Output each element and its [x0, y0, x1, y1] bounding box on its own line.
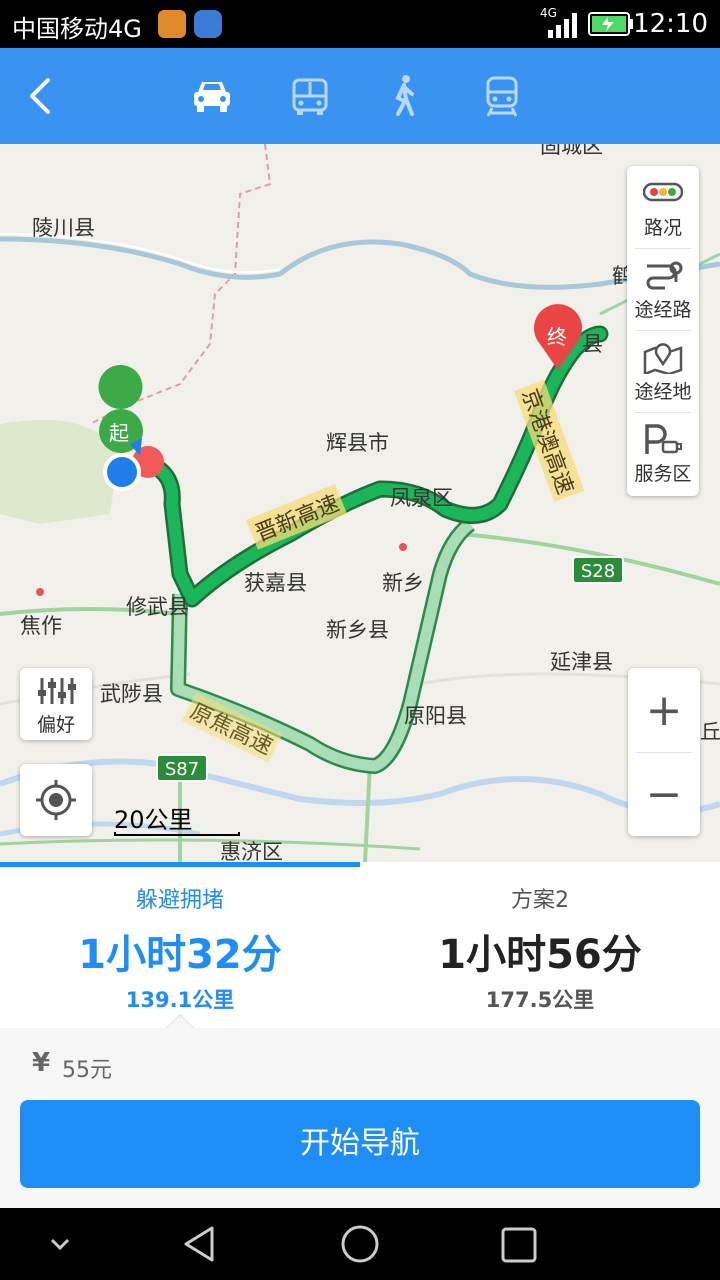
map-label: 陵川县: [32, 216, 95, 240]
map-label: 凤泉区: [390, 486, 453, 510]
carrier-label: 中国移动4G: [12, 15, 142, 43]
plan-option-2[interactable]: 方案2 1小时56分 177.5公里: [360, 862, 720, 1028]
main-route-outline: [141, 325, 609, 608]
via-road-button[interactable]: 途经路: [627, 248, 699, 330]
map-label: 县: [582, 332, 603, 356]
road-shield: S87: [156, 754, 208, 782]
via-place-button[interactable]: 途经地: [627, 330, 699, 412]
car-icon[interactable]: [188, 72, 236, 120]
route-plans: 躲避拥堵 1小时32分 139.1公里 方案2 1小时56分 177.5公里: [0, 862, 720, 1043]
preference-label: 偏好: [36, 714, 75, 736]
recents-square-icon[interactable]: [500, 1226, 538, 1264]
system-nav-bar: [0, 1208, 720, 1280]
route-via-icon: [646, 261, 683, 290]
plan-option-1[interactable]: 躲避拥堵 1小时32分 139.1公里: [0, 862, 360, 1028]
road: [0, 838, 421, 851]
end-marker-label: 终: [547, 325, 567, 349]
map-label: 丘县: [700, 720, 720, 744]
road-shield: S28: [572, 556, 624, 584]
signal-icon: [548, 13, 577, 38]
home-circle-icon[interactable]: [340, 1224, 380, 1264]
plan-duration: 1小时32分: [78, 932, 282, 978]
map-label: 焦作: [20, 614, 62, 638]
map-label: 武陟县: [100, 682, 163, 706]
start-navigation-button[interactable]: 开始导航: [20, 1100, 700, 1188]
main-route[interactable]: [144, 328, 606, 605]
plan-distance: 177.5公里: [485, 988, 595, 1012]
yen-icon: ¥: [32, 1048, 51, 1078]
tool-label: 途经路: [634, 299, 692, 321]
city-dot: [36, 588, 44, 596]
preference-button[interactable]: 偏好: [20, 668, 92, 740]
battery-icon: [588, 12, 633, 36]
map-label: 新乡县: [326, 618, 389, 642]
tool-label: 路况: [643, 217, 682, 239]
map-tools-panel: 路况 途经路 途经地 服务区: [627, 166, 699, 496]
plan-duration: 1小时56分: [438, 932, 642, 978]
zoom-in-button[interactable]: +: [628, 676, 700, 746]
map-label: 固城区: [540, 144, 603, 158]
city-dot: [399, 543, 407, 551]
zoom-out-button[interactable]: −: [628, 760, 700, 830]
crosshair-icon: [36, 780, 76, 820]
start-marker[interactable]: [98, 365, 143, 409]
map-label: 延津县: [550, 650, 613, 674]
map-canvas: [0, 144, 720, 862]
back-triangle-icon[interactable]: [180, 1224, 220, 1264]
tool-label: 服务区: [634, 463, 692, 485]
map-label: 原阳县: [404, 704, 467, 728]
toll-amount: 55元: [62, 1058, 112, 1083]
traffic-button[interactable]: 路况: [627, 166, 699, 248]
start-marker-label: 起: [109, 421, 129, 445]
walk-icon[interactable]: [380, 72, 428, 120]
plan-distance: 139.1公里: [125, 988, 235, 1012]
service-area-button[interactable]: 服务区: [627, 412, 699, 494]
traffic-icon: [643, 182, 683, 202]
current-location-dot: [107, 457, 137, 487]
chevron-left-icon[interactable]: [22, 76, 58, 116]
clock: 12:10: [633, 9, 708, 39]
map-label: 修武县: [126, 595, 189, 619]
map-pin-icon: [643, 343, 683, 374]
scale-bar: [114, 832, 240, 836]
plan-name: 方案2: [511, 888, 569, 913]
map-label: 新乡: [382, 571, 424, 595]
sliders-icon: [38, 678, 76, 704]
location-notification-icon: [194, 10, 222, 38]
map-view[interactable]: 起 终 陵川县 固城区 鹤 县 辉县市 凤泉区 获嘉县 新乡 修武县 新乡县 焦…: [0, 144, 720, 862]
zoom-control: + −: [628, 668, 700, 836]
header: [0, 48, 720, 144]
locate-button[interactable]: [20, 764, 92, 836]
tool-label: 途经地: [634, 381, 692, 403]
chevron-down-icon[interactable]: [46, 1232, 74, 1256]
plan-name: 躲避拥堵: [135, 888, 224, 913]
status-bar: 中国移动4G 4G 12:10: [0, 0, 720, 48]
map-label: 辉县市: [326, 431, 389, 455]
scale-label: 20公里: [114, 806, 193, 834]
bus-icon[interactable]: [286, 72, 334, 120]
divider: [636, 752, 692, 753]
train-icon[interactable]: [478, 72, 526, 120]
parking-service-icon: [645, 424, 682, 454]
app-notification-icon: [158, 10, 186, 38]
map-label: 获嘉县: [244, 571, 307, 595]
map-label: 惠济区: [220, 840, 283, 862]
route-sheet: 躲避拥堵 1小时32分 139.1公里 方案2 1小时56分 177.5公里 ¥…: [0, 862, 720, 1208]
